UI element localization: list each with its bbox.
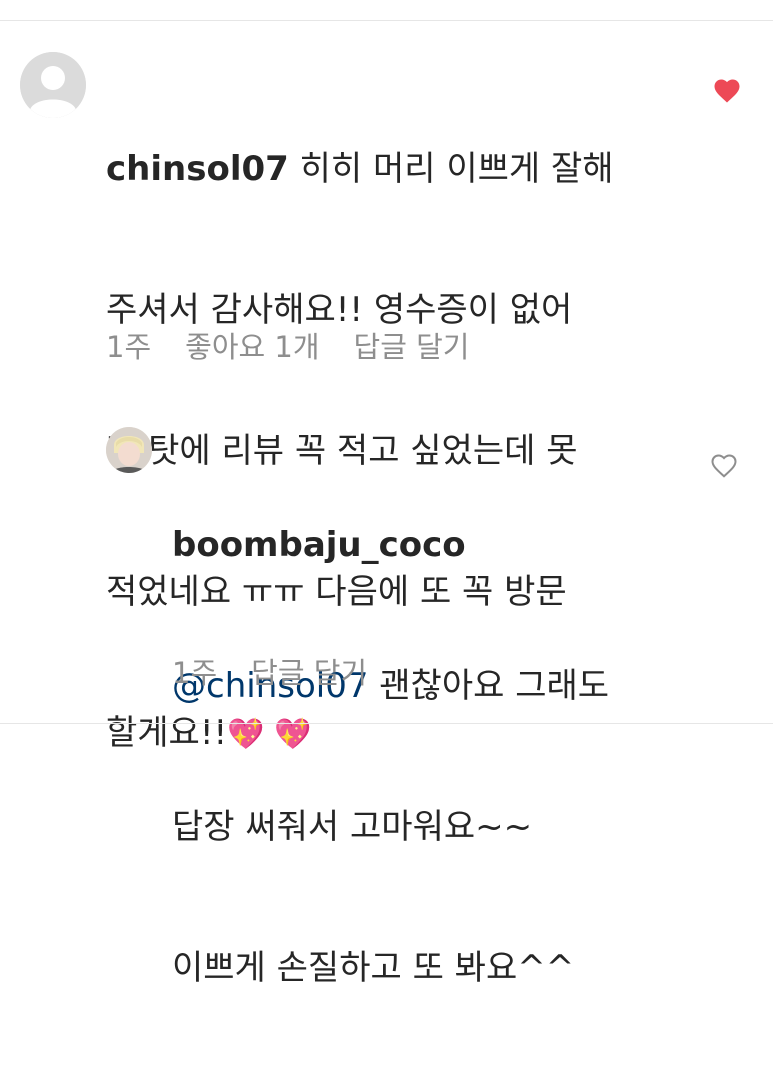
reply-line: 괜찮아요 그래도: [379, 666, 610, 706]
reply-text: boombaju_coco @chinsol07 괜찮아요 그래도 답장 써줘서…: [172, 428, 692, 1086]
liked-heart-icon[interactable]: [712, 76, 742, 106]
comment-time: 1주: [106, 330, 152, 364]
likes-count-link[interactable]: 좋아요 1개: [185, 324, 319, 366]
reply-line: 이쁘게 손질하고 또 봐요^^: [172, 948, 575, 988]
reply-username[interactable]: boombaju_coco: [172, 522, 692, 569]
reply-button[interactable]: 답글 달기: [251, 650, 367, 692]
reply-line: 답장 써줘서 고마워요~~: [172, 807, 533, 847]
comment-line: 히히 머리 이쁘게 잘해: [299, 149, 614, 189]
comment-username[interactable]: chinsol07: [106, 149, 289, 189]
profile-photo-avatar-icon[interactable]: [106, 427, 152, 473]
reply-button[interactable]: 답글 달기: [354, 324, 470, 366]
heart-outline-icon[interactable]: [709, 451, 741, 483]
reply-meta: 1주 답글 달기: [172, 650, 367, 692]
comment-meta: 1주 좋아요 1개 답글 달기: [106, 324, 469, 366]
bottom-divider: [0, 723, 773, 724]
top-divider: [0, 20, 773, 21]
default-user-avatar-icon[interactable]: [20, 52, 86, 118]
reply-time: 1주: [172, 656, 218, 690]
